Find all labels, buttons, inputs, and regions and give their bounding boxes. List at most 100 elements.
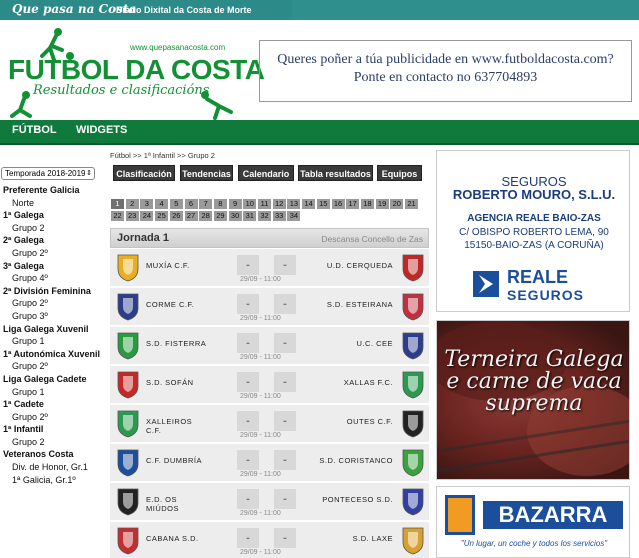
round-button[interactable]: 30 <box>228 211 242 221</box>
round-button[interactable]: 16 <box>331 199 345 209</box>
round-button[interactable]: 18 <box>360 199 374 209</box>
round-button[interactable]: 4 <box>155 199 169 209</box>
sidebar-group-link[interactable]: Grupo 4º <box>0 273 110 286</box>
advertise-line-2: Ponte en contacto no 637704893 <box>353 70 538 85</box>
advertise-banner[interactable]: Queres poñer a túa publicidade en www.fu… <box>259 40 632 102</box>
home-team-name: E.D. OS MIÚDOS <box>146 495 179 513</box>
ad-seguros-line-4: C/ OBISPO ROBERTO LEMA, 90 <box>459 227 609 238</box>
sidebar-category[interactable]: 1ª Galega <box>0 210 110 223</box>
round-button[interactable]: 9 <box>228 199 242 209</box>
sidebar-group-link[interactable]: Grupo 2º <box>0 361 110 374</box>
match-row[interactable]: CABANA S.D. - - S.D. LAXE 29/09 - 11:00 <box>110 522 429 558</box>
sidebar-category[interactable]: Liga Galega Cadete <box>0 374 110 387</box>
tab-equipos[interactable]: Equipos <box>377 165 422 181</box>
sidebar-group-link[interactable]: Norte <box>0 198 110 211</box>
match-row[interactable]: CORME C.F. - - S.D. ESTEIRANA 29/09 - 11:00 <box>110 288 429 326</box>
round-button[interactable]: 12 <box>272 199 286 209</box>
reale-name: REALE <box>507 267 569 287</box>
bazarra-logo-icon <box>445 495 475 535</box>
round-button[interactable]: 33 <box>272 211 286 221</box>
round-button[interactable]: 22 <box>111 211 124 221</box>
sidebar-category[interactable]: 1ª Cadete <box>0 399 110 412</box>
jornada-title: Jornada 1 <box>117 232 169 244</box>
sidebar-category[interactable]: 3ª Galega <box>0 261 110 274</box>
round-button[interactable]: 11 <box>258 199 271 209</box>
sidebar-group-link[interactable]: Div. de Honor, Gr.1 <box>0 462 110 475</box>
round-button[interactable]: 26 <box>169 211 183 221</box>
match-row[interactable]: MUXÍA C.F. - - U.D. CERQUEDA 29/09 - 11:00 <box>110 249 429 287</box>
nav-futbol[interactable]: FÚTBOL <box>12 124 57 136</box>
home-team-name: C.F. DUMBRÍA <box>146 456 203 465</box>
round-button[interactable]: 28 <box>199 211 213 221</box>
season-select[interactable]: Temporada 2018-2019 ⇕ <box>1 167 95 180</box>
match-row[interactable]: S.D. FISTERRA - - U.C. CEE 29/09 - 11:00 <box>110 327 429 365</box>
site-title[interactable]: FUTBOL DA COSTA <box>8 54 265 86</box>
advertise-line-1: Queres poñer a túa publicidade en www.fu… <box>277 52 614 67</box>
tab-clasificacion[interactable]: Clasificación <box>113 165 175 181</box>
round-button[interactable]: 25 <box>155 211 169 221</box>
sidebar-group-link[interactable]: Grupo 2 <box>0 223 110 236</box>
sidebar-category[interactable]: Veteranos Costa <box>0 449 110 462</box>
round-button[interactable]: 23 <box>125 211 139 221</box>
sidebar-category[interactable]: 1ª Autonómica Xuvenil <box>0 349 110 362</box>
match-date: 29/09 - 11:00 <box>240 549 281 556</box>
round-button[interactable]: 34 <box>287 211 301 221</box>
sidebar-group-link[interactable]: Grupo 2 <box>0 437 110 450</box>
home-team-name: MUXÍA C.F. <box>146 261 190 270</box>
round-button[interactable]: 2 <box>125 199 139 209</box>
round-button[interactable]: 20 <box>390 199 404 209</box>
round-button[interactable]: 10 <box>243 199 257 209</box>
round-button[interactable]: 32 <box>258 211 271 221</box>
site-url[interactable]: www.quepasanacosta.com <box>130 43 225 52</box>
match-row[interactable]: S.D. SOFÁN - - XALLAS F.C. 29/09 - 11:00 <box>110 366 429 404</box>
ad-bazarra[interactable]: BAZARRA "Un lugar, un coche y todos los … <box>436 486 630 558</box>
sidebar-group-link[interactable]: Grupo 2º <box>0 412 110 425</box>
sidebar-category[interactable]: 2ª División Feminina <box>0 286 110 299</box>
round-button[interactable]: 13 <box>287 199 301 209</box>
round-button[interactable]: 24 <box>140 211 154 221</box>
home-team-name: S.D. FISTERRA <box>146 339 207 348</box>
sidebar-group-link[interactable]: Grupo 2º <box>0 248 110 261</box>
round-button[interactable]: 5 <box>169 199 183 209</box>
tab-calendario[interactable]: Calendario <box>238 165 294 181</box>
round-button[interactable]: 6 <box>184 199 198 209</box>
sidebar-group-link[interactable]: Grupo 1 <box>0 387 110 400</box>
reale-subname: SEGUROS <box>507 287 585 303</box>
ad-seguros-roberto-mouro[interactable]: SEGUROS ROBERTO MOURO, S.L.U. AGENCIA RE… <box>436 150 630 312</box>
round-button[interactable]: 19 <box>375 199 389 209</box>
home-team-name: CABANA S.D. <box>146 534 199 543</box>
sidebar-group-link[interactable]: 1ª Galicia, Gr.1º <box>0 475 110 488</box>
round-button[interactable]: 29 <box>213 211 227 221</box>
round-button[interactable]: 31 <box>243 211 257 221</box>
round-button[interactable]: 7 <box>199 199 213 209</box>
tab-tendencias[interactable]: Tendencias <box>180 165 233 181</box>
sidebar-category[interactable]: 1ª Infantil <box>0 424 110 437</box>
home-score: - <box>237 489 259 509</box>
round-button[interactable]: 8 <box>213 199 227 209</box>
sidebar-group-link[interactable]: Grupo 1 <box>0 336 110 349</box>
sidebar-category[interactable]: 2ª Galega <box>0 235 110 248</box>
round-button[interactable]: 14 <box>302 199 316 209</box>
nav-widgets[interactable]: WIDGETS <box>76 124 127 136</box>
ad-terneira-galega[interactable]: Terneira Galega e carne de vaca suprema <box>436 320 630 480</box>
match-row[interactable]: C.F. DUMBRÍA - - S.D. CORISTANCO 29/09 - 11:… <box>110 444 429 482</box>
round-button[interactable]: 17 <box>346 199 360 209</box>
season-selected-value: Temporada 2018-2019 <box>5 169 86 178</box>
away-score: - <box>274 528 296 548</box>
round-button[interactable]: 3 <box>140 199 154 209</box>
round-button[interactable]: 21 <box>405 199 418 209</box>
away-team-crest-icon <box>402 332 424 360</box>
round-button[interactable]: 27 <box>184 211 198 221</box>
round-button[interactable]: 15 <box>316 199 330 209</box>
away-team-crest-icon <box>402 449 424 477</box>
round-button[interactable]: 1 <box>111 199 124 209</box>
sidebar-category[interactable]: Preferente Galicia <box>0 185 110 198</box>
breadcrumb[interactable]: Fútbol >> 1ª Infantil >> Grupo 2 <box>110 151 215 160</box>
sidebar-group-link[interactable]: Grupo 2º <box>0 298 110 311</box>
match-row[interactable]: E.D. OS MIÚDOS - - PONTECESO S.D. 29/09 - 11… <box>110 483 429 521</box>
match-row[interactable]: XALLEIROS C.F. - - OUTES C.F. 29/09 - 11:00 <box>110 405 429 443</box>
sidebar-group-link[interactable]: Grupo 3º <box>0 311 110 324</box>
tab-tabla-resultados[interactable]: Tabla resultados <box>298 165 373 181</box>
jornada-rest-note: Descansa Concello de Zas <box>321 234 423 244</box>
sidebar-category[interactable]: Liga Galega Xuvenil <box>0 324 110 337</box>
